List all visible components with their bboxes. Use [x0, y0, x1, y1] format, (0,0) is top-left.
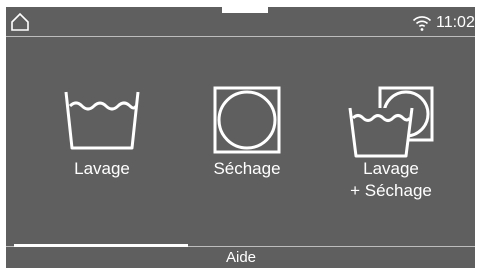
tumble-dry-icon: [213, 86, 281, 154]
pull-down-handle[interactable]: [222, 7, 268, 13]
program-label-dry: Séchage: [213, 159, 281, 178]
program-tile-wash-and-dry[interactable]: Lavage + Séchage: [316, 72, 466, 222]
status-bar: 11:02: [6, 7, 475, 37]
program-tile-dry[interactable]: Séchage: [174, 72, 324, 222]
page-indicator: [14, 244, 188, 247]
help-button[interactable]: Aide: [206, 248, 276, 268]
wash-basin-icon: [64, 91, 140, 150]
wash-and-dry-icon: [348, 86, 434, 158]
display-screen: 11:02 Lavage Séchage Lavage + Séchage Ai…: [6, 7, 475, 268]
program-label-wash-and-dry: Lavage + Séchage: [350, 159, 432, 200]
clock-time: 11:02: [436, 14, 475, 31]
program-tile-wash[interactable]: Lavage: [42, 72, 192, 222]
home-icon[interactable]: [10, 12, 30, 32]
program-label-wash: Lavage: [74, 159, 130, 178]
wifi-icon: [412, 16, 432, 31]
status-divider: [6, 36, 475, 37]
bottom-bar: Aide: [6, 244, 475, 268]
